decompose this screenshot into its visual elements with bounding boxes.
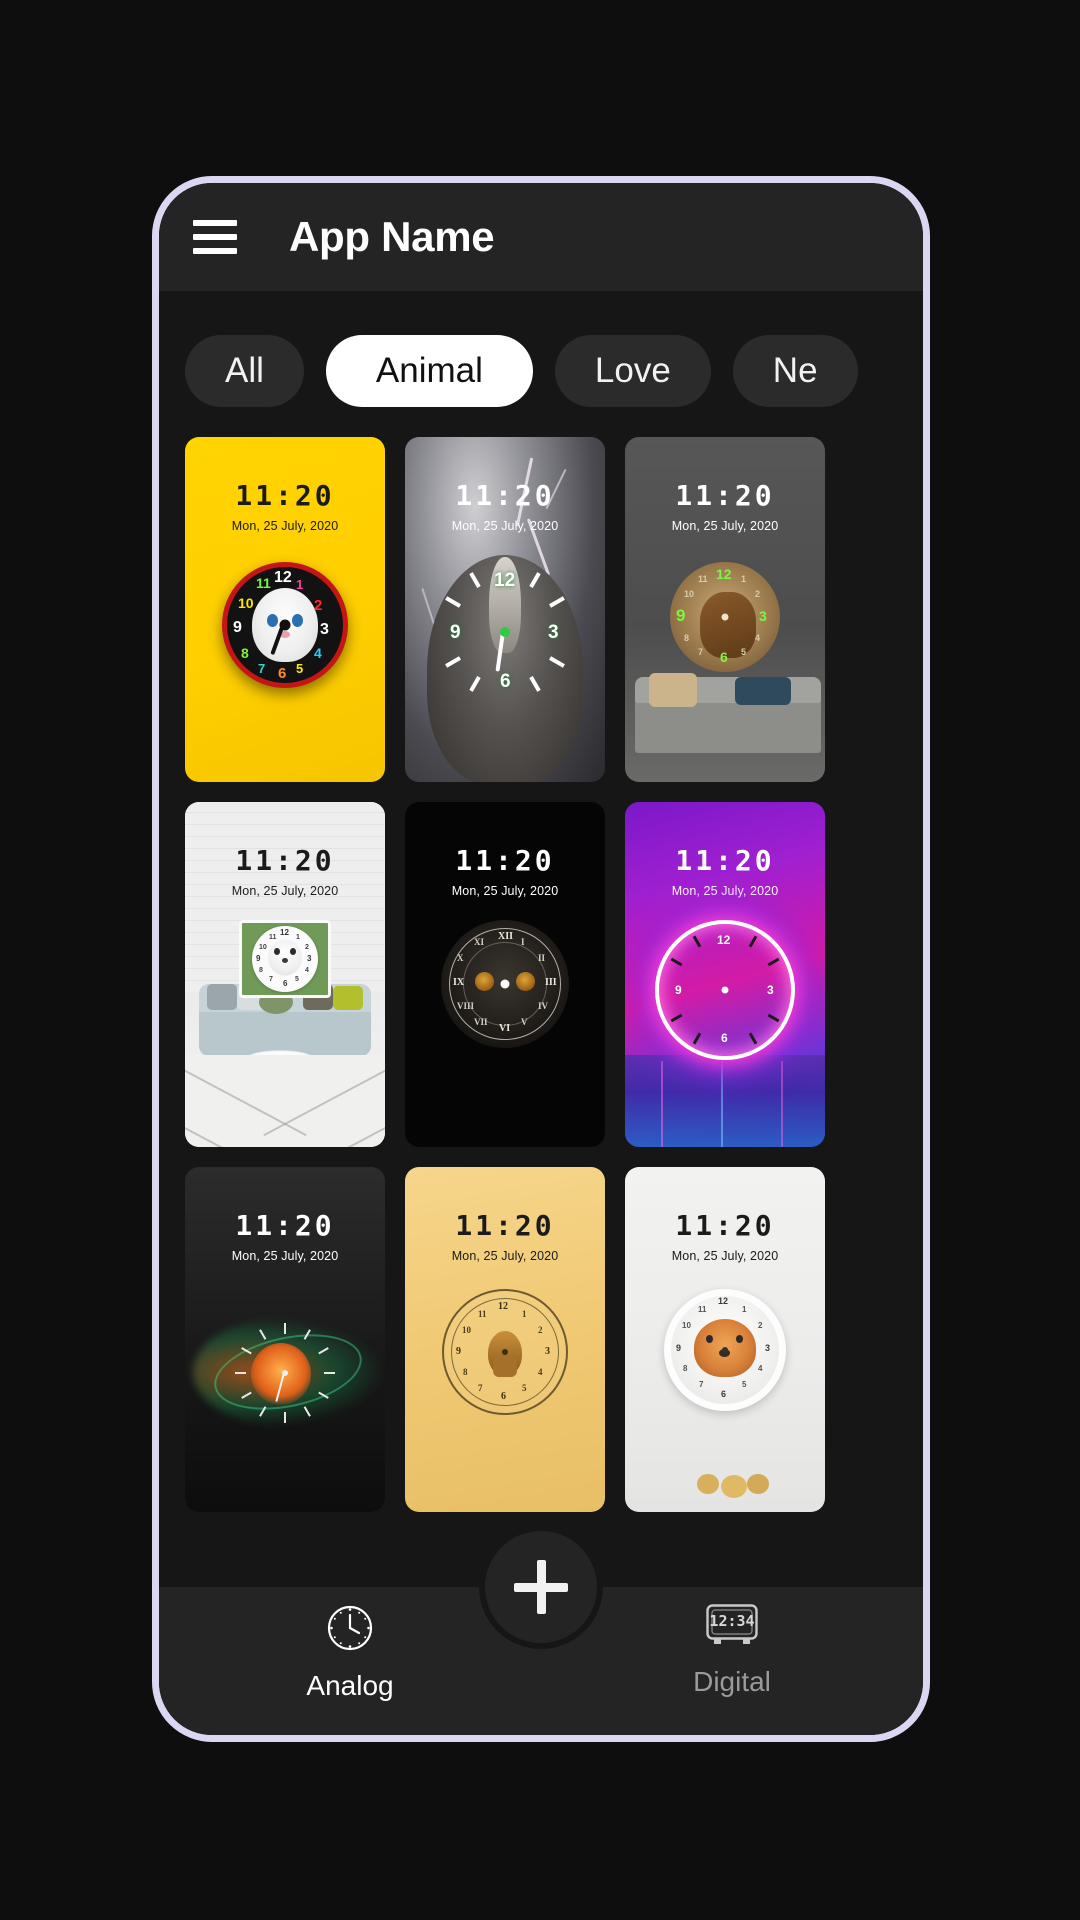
wallpaper-card[interactable]: 11:20 Mon, 25 July, 2020 XII III VI IX I…	[405, 802, 605, 1147]
bottom-nav-item-digital[interactable]: 12:34 Digital	[541, 1603, 923, 1698]
wallpaper-grid-scroll[interactable]: 11:20 Mon, 25 July, 2020 12 1 2 3 4 5 6 …	[159, 437, 923, 1587]
digital-clock-icon-time: 12:34	[709, 1612, 755, 1630]
wallpaper-date: Mon, 25 July, 2020	[451, 519, 559, 533]
analog-clock-face-vintage: 12 3 6 9 1 2 4 5 7 8 10 11	[442, 1289, 568, 1415]
hamburger-menu-icon[interactable]	[193, 220, 237, 254]
wallpaper-time: 11:20	[455, 479, 555, 512]
wallpaper-card[interactable]: 11:20 Mon, 25 July, 2020 12 3 6 9 1 2 4 …	[625, 1167, 825, 1512]
wallpaper-time: 11:20	[675, 844, 775, 877]
wallpaper-date: Mon, 25 July, 2020	[671, 884, 779, 898]
analog-clock-face-dog: 12 3 6 9 1 2 4 5 7 8 10 11	[239, 920, 331, 998]
analog-clock-face-owl: XII III VI IX I II IV V VII VIII X XI	[441, 920, 569, 1048]
wallpaper-card[interactable]: 11:20 Mon, 25 July, 2020 12 3 6 9 1 2 4	[625, 437, 825, 782]
wallpaper-card[interactable]: 11:20 Mon, 25 July, 2020 12 3 6 9 1 2 4 …	[405, 1167, 605, 1512]
wallpaper-date: Mon, 25 July, 2020	[231, 1249, 339, 1263]
wallpaper-time: 11:20	[235, 844, 335, 877]
analog-clock-face-fox: 12 3 6 9 1 2 4 5 7 8 10 11	[664, 1289, 786, 1411]
category-chips-scroller[interactable]: All Animal Love Ne	[159, 335, 923, 407]
digital-clock-icon: 12:34	[705, 1603, 759, 1654]
analog-clock-face-smoke	[231, 1319, 339, 1427]
wallpaper-card[interactable]: 11:20 Mon, 25 July, 2020 12 3 6 9 1 2 4 …	[185, 802, 385, 1147]
category-chip-ne[interactable]: Ne	[732, 335, 858, 407]
wallpaper-card[interactable]: 11:20 Mon, 25 July, 2020	[185, 1167, 385, 1512]
plus-icon-bar	[514, 1582, 568, 1592]
analog-clock-icon	[325, 1603, 375, 1658]
bottom-navigation-bar: Analog 12:34 Digital	[159, 1525, 923, 1735]
wallpaper-date: Mon, 25 July, 2020	[671, 1249, 779, 1263]
bottom-nav-label-analog: Analog	[306, 1670, 394, 1701]
wallpaper-time: 11:20	[235, 1209, 335, 1242]
wallpaper-time: 11:20	[675, 1209, 775, 1242]
analog-clock-face-horse: 12 3 6 9 1 2 4 5 7 8 10 11	[670, 562, 780, 672]
wallpaper-date: Mon, 25 July, 2020	[451, 1249, 559, 1263]
wallpaper-date: Mon, 25 July, 2020	[451, 884, 559, 898]
analog-clock-face-eagle: 12 3 6 9	[430, 557, 580, 707]
wallpaper-card[interactable]: 11:20 Mon, 25 July, 2020 12 1 2 3 4 5 6 …	[185, 437, 385, 782]
wallpaper-date: Mon, 25 July, 2020	[231, 884, 339, 898]
phone-frame: App Name All Animal Love Ne 11:20 Mon, 2…	[152, 176, 930, 1742]
category-chip-all[interactable]: All	[185, 335, 304, 407]
bottom-nav-label-digital: Digital	[693, 1666, 771, 1697]
screenshot-stage: App Name All Animal Love Ne 11:20 Mon, 2…	[0, 0, 1080, 1920]
wallpaper-date: Mon, 25 July, 2020	[231, 519, 339, 533]
category-chip-love[interactable]: Love	[554, 335, 711, 407]
category-chips-bar: All Animal Love Ne	[159, 291, 923, 437]
bottom-nav-item-analog[interactable]: Analog	[159, 1603, 541, 1702]
phone-screen: App Name All Animal Love Ne 11:20 Mon, 2…	[159, 183, 923, 1735]
wallpaper-card[interactable]: 11:20 Mon, 25 July, 2020 12 3 6 9	[405, 437, 605, 782]
wallpaper-grid: 11:20 Mon, 25 July, 2020 12 1 2 3 4 5 6 …	[159, 437, 923, 1512]
category-chip-animal[interactable]: Animal	[325, 335, 533, 407]
wallpaper-time: 11:20	[455, 1209, 555, 1242]
wallpaper-time: 11:20	[235, 479, 335, 512]
add-wallpaper-fab[interactable]	[479, 1525, 603, 1649]
page-title: App Name	[289, 213, 495, 260]
app-bar: App Name	[159, 183, 923, 291]
wallpaper-date: Mon, 25 July, 2020	[671, 519, 779, 533]
analog-clock-face-neon: 12 3 6 9	[655, 920, 795, 1060]
wallpaper-time: 11:20	[455, 844, 555, 877]
wallpaper-card[interactable]: 11:20 Mon, 25 July, 2020 12 3 6 9	[625, 802, 825, 1147]
wallpaper-time: 11:20	[675, 479, 775, 512]
analog-clock-face-kitten: 12 1 2 3 4 5 6 7 8 9 10 11	[222, 562, 348, 688]
